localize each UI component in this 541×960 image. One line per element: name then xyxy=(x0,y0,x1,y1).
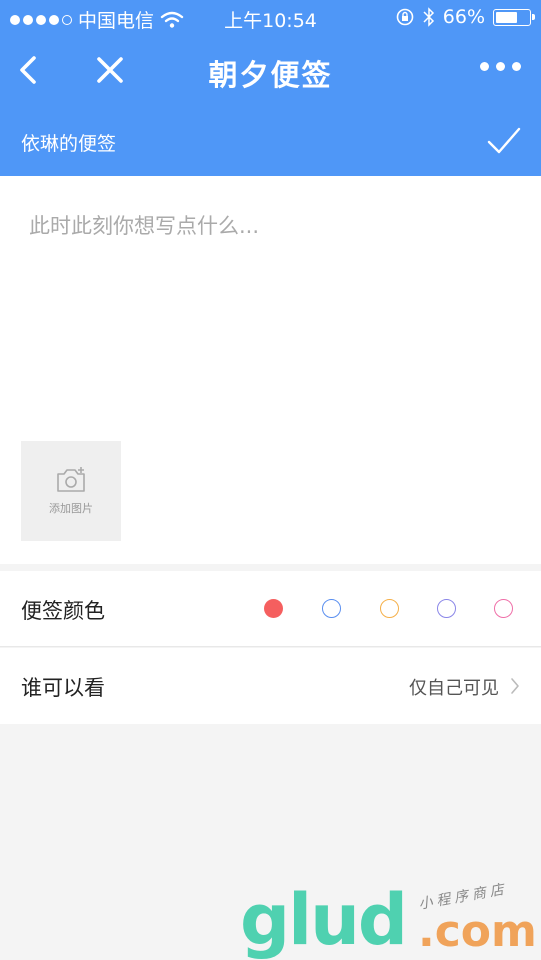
add-photo-label: 添加图片 xyxy=(49,502,93,515)
add-photo-button[interactable]: 添加图片 xyxy=(21,441,121,541)
color-swatch-3[interactable] xyxy=(380,599,399,618)
watermark-tld: .com xyxy=(418,906,537,957)
camera-add-icon xyxy=(57,467,85,492)
note-editor: 此时此刻你想写点什么... 添加图片 xyxy=(0,176,541,564)
battery-icon xyxy=(493,8,535,26)
bluetooth-icon xyxy=(423,7,434,27)
status-bar: 中国电信 上午10:54 66% xyxy=(0,0,541,36)
visibility-row[interactable]: 谁可以看 仅自己可见 xyxy=(0,648,541,724)
watermark-logo: glud 小程序商店 .com xyxy=(240,880,540,960)
chevron-right-icon xyxy=(511,678,519,694)
color-swatch-2[interactable] xyxy=(322,599,341,618)
color-swatch-5[interactable] xyxy=(494,599,513,618)
color-swatch-4[interactable] xyxy=(437,599,456,618)
app-header: 中国电信 上午10:54 66% 朝夕便签 依琳的便签 xyxy=(0,0,541,176)
status-right: 66% xyxy=(395,6,535,28)
battery-percent: 66% xyxy=(442,6,485,28)
visibility-value: 仅自己可见 xyxy=(409,678,499,699)
page-title: 朝夕便签 xyxy=(208,58,333,92)
visibility-label: 谁可以看 xyxy=(21,676,105,700)
nav-bar: 朝夕便签 xyxy=(0,36,541,108)
checkmark-icon[interactable] xyxy=(487,126,521,156)
watermark-brand: glud xyxy=(240,879,408,960)
note-color-row: 便签颜色 xyxy=(0,571,541,647)
note-owner-title: 依琳的便签 xyxy=(21,133,117,155)
color-swatch-1[interactable] xyxy=(264,599,283,618)
more-dots-icon[interactable] xyxy=(480,62,521,71)
note-color-label: 便签颜色 xyxy=(21,599,105,623)
rotation-lock-icon xyxy=(396,8,414,26)
note-subbar: 依琳的便签 xyxy=(0,108,541,176)
note-text-input[interactable]: 此时此刻你想写点什么... xyxy=(29,210,259,240)
